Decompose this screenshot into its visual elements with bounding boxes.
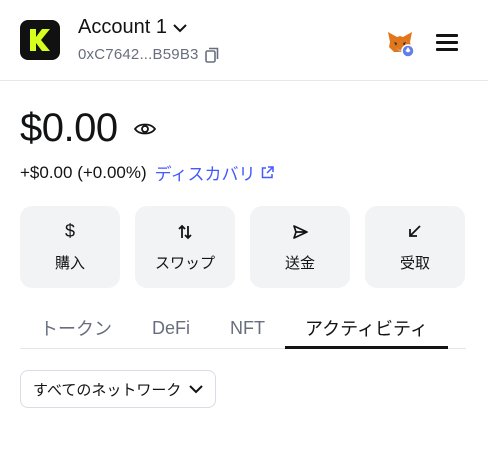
send-label: 送金 [284,254,315,272]
swap-icon [178,224,192,239]
account-avatar[interactable] [20,20,60,60]
eye-icon[interactable] [133,122,156,136]
balance-change-row: +$0.00 (+0.00%) ディスカバリ [20,160,275,185]
external-link-icon [262,166,275,179]
account-name: Account 1 [78,16,167,38]
app-header: Account 1 0xC7642...B59B3 [0,0,488,81]
send-button[interactable]: 送金 [250,206,350,288]
menu-icon[interactable] [436,34,458,51]
chevron-down-icon [189,385,204,394]
receive-label: 受取 [399,254,430,272]
swap-button[interactable]: スワップ [135,206,235,288]
network-filter-label: すべてのネットワーク [33,381,182,399]
network-filter-dropdown[interactable]: すべてのネットワーク [20,370,217,408]
tab-activity[interactable]: アクティビティ [285,308,448,349]
portfolio-link[interactable]: ディスカバリ [155,160,275,185]
action-buttons: $ 購入 スワップ 送金 受取 [20,206,465,288]
tab-defi[interactable]: DeFi [132,308,210,348]
swap-label: スワップ [154,254,215,272]
account-selector[interactable]: Account 1 [78,16,187,39]
send-icon [293,224,308,239]
balance-display: $0.00 [20,106,156,151]
balance-amount: $0.00 [20,106,118,150]
portfolio-link-label: ディスカバリ [154,165,256,184]
address-text: 0xC7642...B59B3 [78,46,199,63]
buy-label: 購入 [54,254,85,272]
receive-icon [409,224,421,237]
tab-nft[interactable]: NFT [210,308,285,348]
brand-logo-icon [30,29,50,51]
buy-button[interactable]: $ 購入 [20,206,120,288]
copy-icon[interactable] [204,47,219,63]
chevron-down-icon [173,23,187,32]
balance-change: +$0.00 (+0.00%) [20,162,147,182]
receive-button[interactable]: 受取 [365,206,465,288]
dollar-icon: $ [64,221,75,241]
asset-tabs: トークン DeFi NFT アクティビティ [20,308,466,349]
tab-tokens[interactable]: トークン [20,308,132,348]
metamask-fox-icon[interactable] [386,28,414,58]
account-address[interactable]: 0xC7642...B59B3 [78,46,219,63]
